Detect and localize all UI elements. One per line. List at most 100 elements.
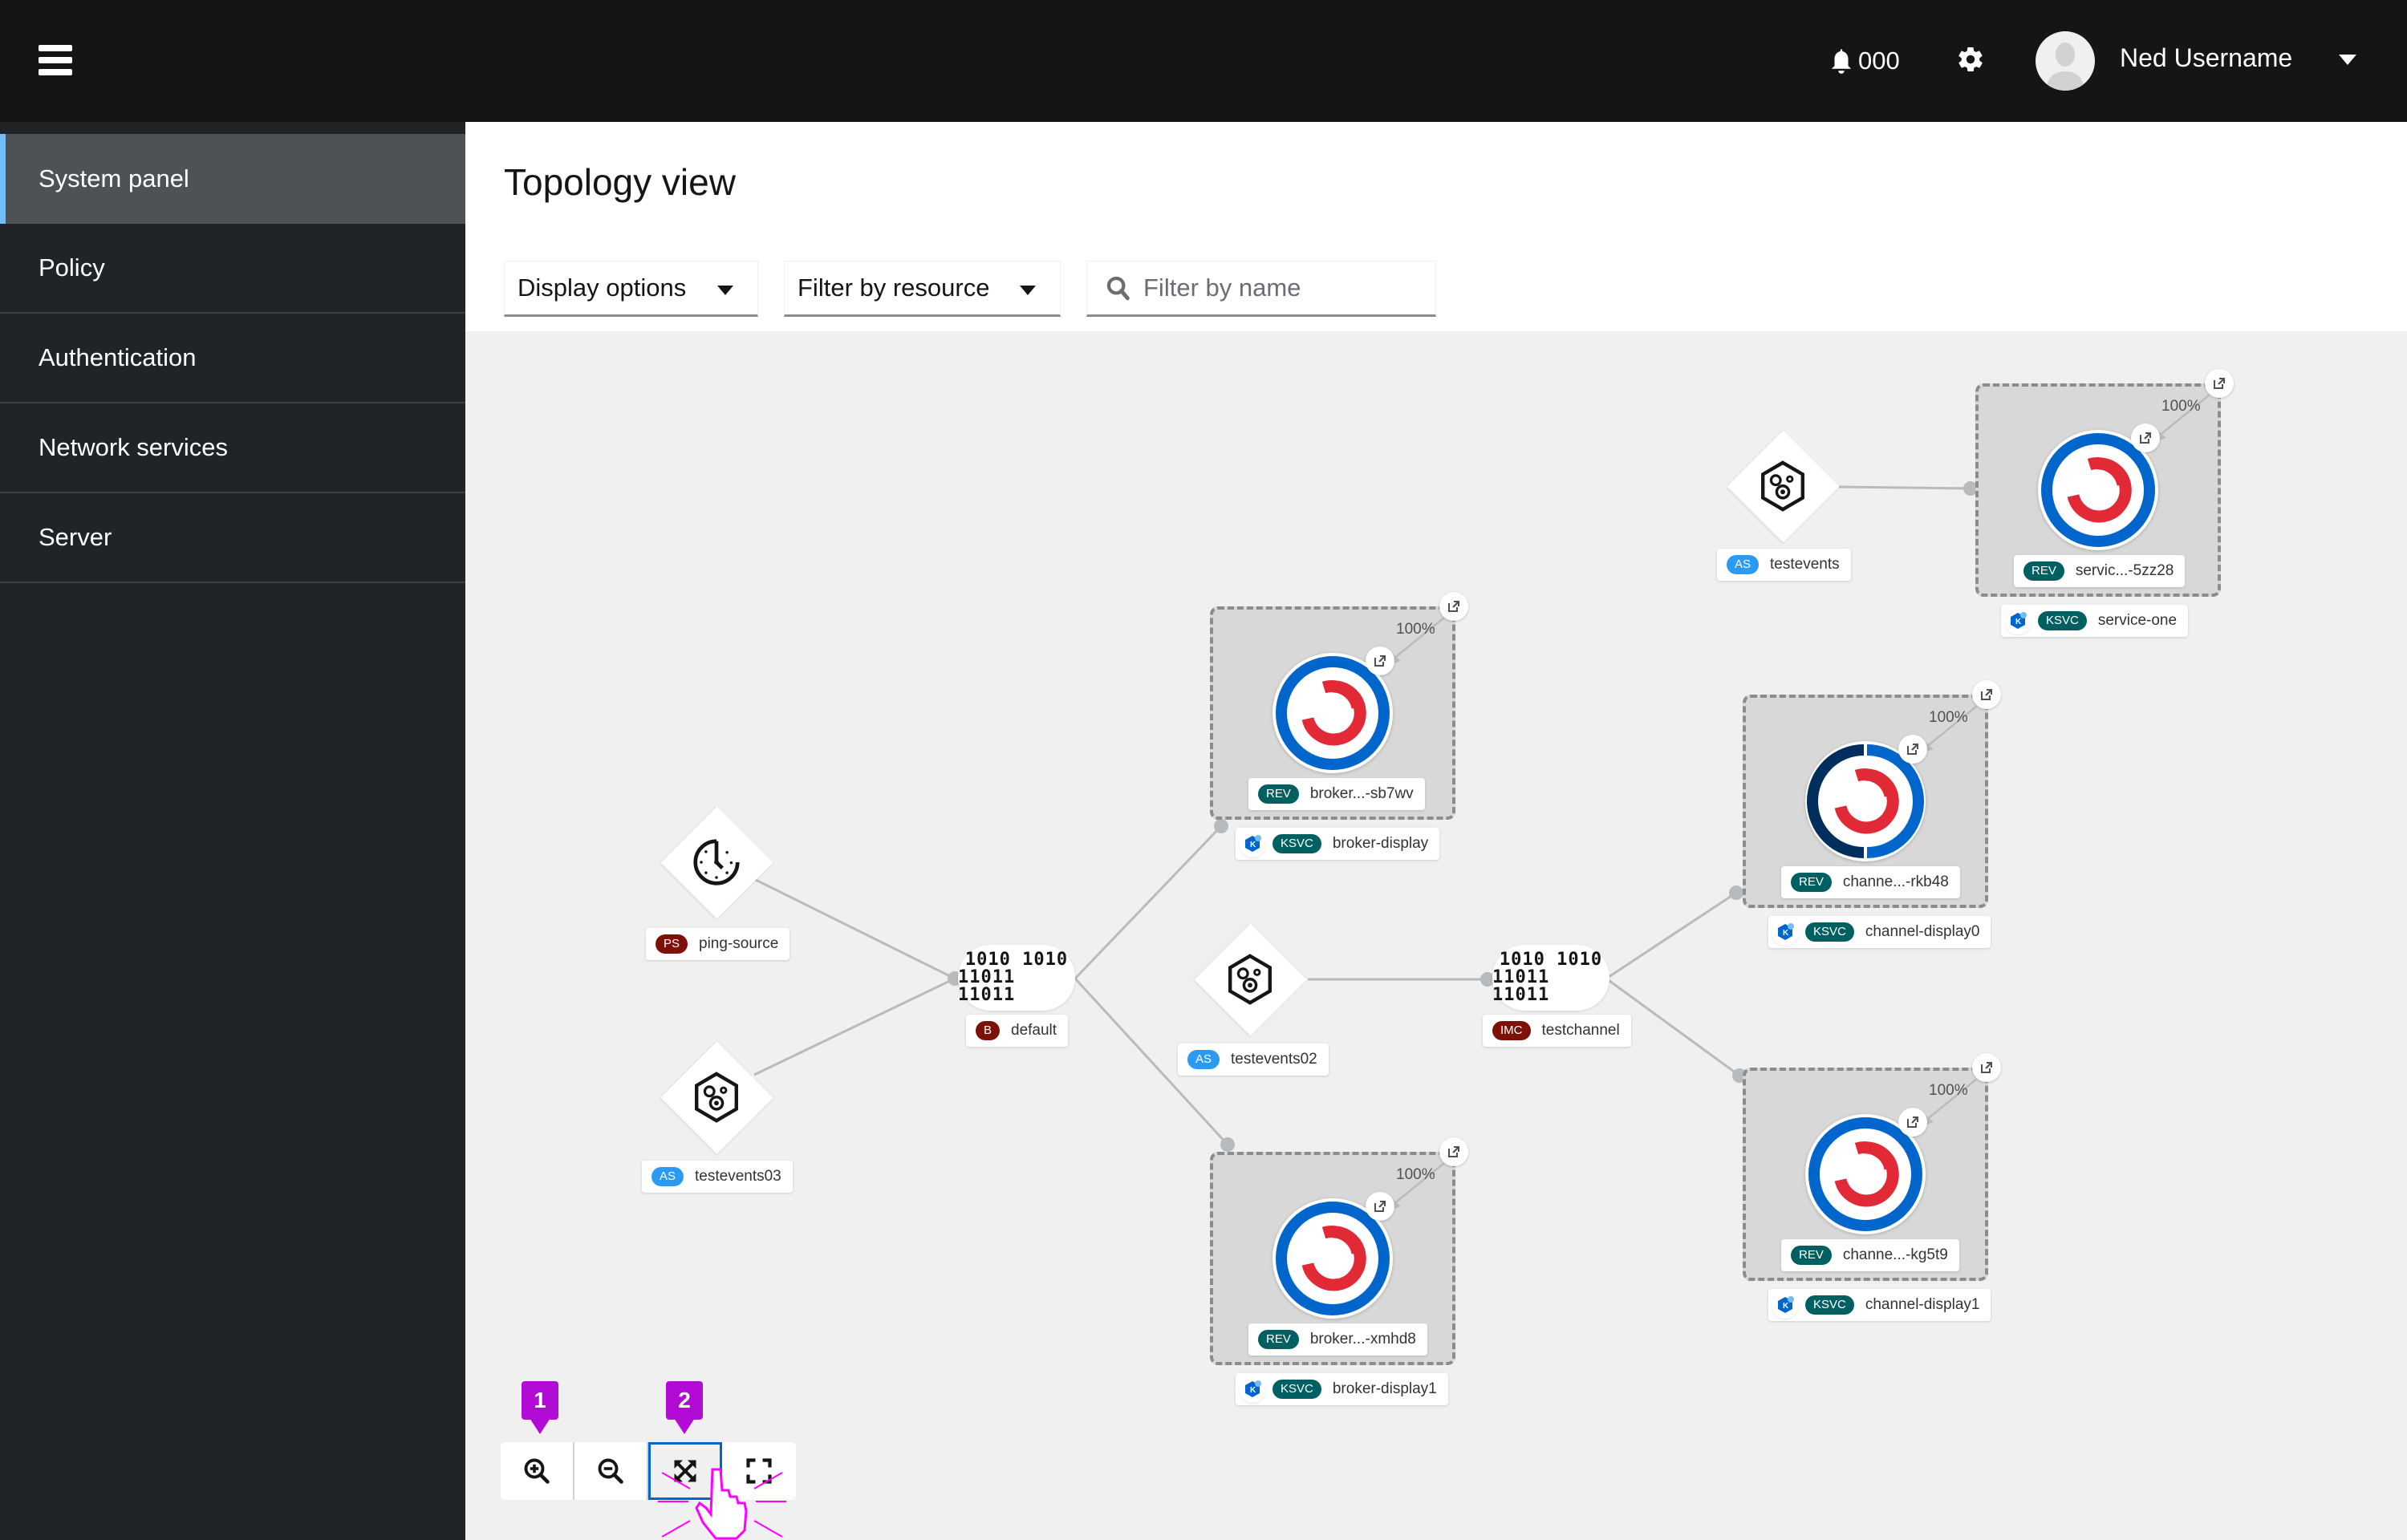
knative-icon: K (2004, 607, 2032, 634)
revision-label[interactable]: REV servic...-5zz28 (2014, 555, 2186, 587)
revision-name: channe...-rkb48 (1842, 873, 1949, 890)
search-icon (1106, 276, 1130, 301)
gears-hexagon-icon (1228, 954, 1272, 1005)
zoom-out-button[interactable] (574, 1442, 648, 1500)
sidebar-nav: System panel Policy Authentication Netwo… (0, 122, 465, 1540)
sidebar-item-system-panel[interactable]: System panel (0, 134, 465, 224)
node-label[interactable]: PS ping-source (646, 928, 790, 960)
filter-by-resource-dropdown[interactable]: Filter by resource (784, 261, 1061, 317)
display-options-dropdown[interactable]: Display options (504, 261, 758, 317)
zoom-in-button[interactable] (501, 1442, 574, 1500)
resource-badge: KSVC (1273, 1380, 1321, 1399)
service-name: channel-display1 (1865, 1296, 1980, 1313)
node-label[interactable]: IMC testchannel (1483, 1015, 1631, 1047)
external-link-icon (1981, 689, 1992, 700)
masthead: 000 Ned Username (0, 0, 2407, 122)
gear-icon (1958, 47, 1983, 72)
openshift-logo-icon (1834, 1141, 1899, 1207)
node-default[interactable]: 1010 1010 11011 11011 (958, 945, 1075, 1011)
open-revision-url-button[interactable] (1898, 1108, 1927, 1137)
username[interactable]: Ned Username (2120, 43, 2292, 73)
svg-text:K: K (1783, 1302, 1789, 1311)
broker-glyph-line: 11011 11011 (958, 967, 1016, 1005)
service-name: broker-display (1332, 835, 1429, 852)
open-revision-url-button[interactable] (1898, 735, 1927, 764)
node-name: testevents03 (695, 1168, 781, 1185)
filter-by-name-field[interactable] (1086, 261, 1436, 317)
caret-down-icon[interactable] (2339, 55, 2356, 65)
node-testchannel[interactable]: 1010 1010 11011 11011 (1492, 945, 1609, 1011)
zoom-out-icon (598, 1458, 623, 1484)
annotation-callout-1: 1 (522, 1381, 558, 1434)
sidebar-item-label: Policy (39, 253, 105, 282)
resource-badge: REV (1791, 1246, 1832, 1265)
sidebar-item-authentication[interactable]: Authentication (0, 314, 465, 403)
svg-text:K: K (1783, 929, 1789, 938)
resource-badge: B (976, 1021, 1001, 1040)
revision-name: servic...-5zz28 (2075, 562, 2174, 579)
openshift-logo-icon (1834, 768, 1899, 834)
external-link-icon (1448, 1146, 1459, 1157)
broker-glyph-line: 1010 1010 (1499, 950, 1603, 970)
notifications-button[interactable]: 000 (1829, 47, 1900, 75)
resource-badge: AS (1727, 555, 1760, 574)
service-label[interactable]: K KSVC channel-display1 (1768, 1289, 1991, 1321)
resource-badge: KSVC (1805, 922, 1854, 942)
knative-icon: K (1772, 918, 1799, 946)
node-testevents[interactable] (1727, 430, 1840, 543)
clock-icon (693, 839, 740, 886)
service-label[interactable]: K KSVC service-one (2001, 605, 2189, 637)
dropdown-label: Filter by resource (798, 274, 990, 302)
annotation-callout-2: 2 (666, 1381, 703, 1434)
filter-by-name-input[interactable] (1143, 274, 1432, 302)
settings-button[interactable] (1956, 45, 1985, 74)
node-label[interactable]: AS testevents (1717, 549, 1851, 581)
user-avatar[interactable] (2036, 31, 2095, 91)
revision-name: broker...-xmhd8 (1309, 1331, 1416, 1348)
revision-label[interactable]: REV channe...-kg5t9 (1781, 1239, 1959, 1271)
avatar-silhouette-icon (2047, 43, 2084, 91)
node-label[interactable]: Bdefault (966, 1015, 1069, 1047)
resource-badge: KSVC (1805, 1295, 1854, 1315)
node-ping-source[interactable] (660, 806, 773, 919)
sidebar-item-network-services[interactable]: Network services (0, 403, 465, 493)
traffic-percentage: 100% (1396, 621, 1435, 638)
node-testevents02[interactable] (1194, 923, 1307, 1036)
resource-badge: REV (2023, 561, 2064, 581)
revision-label[interactable]: REV broker...-xmhd8 (1248, 1323, 1427, 1356)
sidebar-item-server[interactable]: Server (0, 493, 465, 583)
node-testevents03[interactable] (660, 1041, 773, 1154)
knative-icon: K (1239, 830, 1266, 857)
service-name: service-one (2097, 612, 2178, 629)
sidebar-item-policy[interactable]: Policy (0, 224, 465, 314)
external-link-icon (1907, 1116, 1918, 1128)
resource-badge: KSVC (2038, 611, 2087, 630)
openshift-logo-icon (2067, 457, 2132, 523)
node-label[interactable]: AS testevents02 (1178, 1044, 1329, 1076)
node-name: default (1011, 1022, 1057, 1039)
sidebar-item-label: Authentication (39, 343, 197, 371)
open-revision-url-button[interactable] (2131, 424, 2160, 452)
sidebar-item-label: System panel (39, 164, 189, 192)
revision-label[interactable]: REV channe...-rkb48 (1781, 866, 1960, 898)
resource-badge: REV (1791, 873, 1832, 892)
revision-name: channe...-kg5t9 (1842, 1246, 1948, 1263)
traffic-percentage: 100% (1929, 1082, 1968, 1099)
open-revision-url-button[interactable] (1366, 1192, 1394, 1221)
open-revision-url-button[interactable] (1366, 646, 1394, 675)
sidebar-item-label: Server (39, 523, 112, 551)
svg-text:K: K (1250, 1386, 1256, 1395)
node-label[interactable]: AS testevents03 (642, 1161, 793, 1193)
external-link-icon (2140, 432, 2151, 444)
service-name: broker-display1 (1332, 1380, 1437, 1397)
hamburger-menu-button[interactable] (39, 45, 72, 75)
service-label[interactable]: K KSVC channel-display0 (1768, 916, 1991, 948)
revision-label[interactable]: REV broker...-sb7wv (1248, 778, 1425, 810)
gears-hexagon-icon (1761, 460, 1804, 512)
service-label[interactable]: K KSVC broker-display1 (1236, 1373, 1448, 1405)
dropdown-label: Display options (518, 274, 687, 302)
openshift-logo-icon (1301, 1226, 1366, 1291)
hand-cursor-click-icon (658, 1468, 786, 1540)
node-name: ping-source (699, 935, 779, 952)
service-label[interactable]: K KSVC broker-display (1236, 828, 1440, 860)
